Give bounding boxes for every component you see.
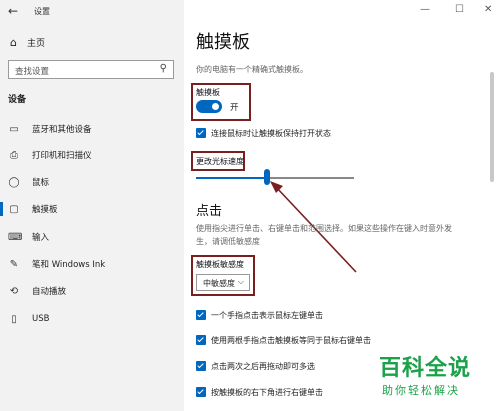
tap-checkbox-1[interactable] [196,310,206,320]
chevron-down-icon: ⌵ [237,277,244,286]
tap-checkbox-4[interactable] [196,387,206,397]
tap-checkbox-label: 点击两次之后再拖动即可多选 [211,362,315,371]
tap-checkbox-label: 一个手指点击表示鼠标左键单击 [211,311,323,320]
tap-checkbox-2[interactable] [196,335,206,345]
tap-description: 使用指尖进行单击、右键单击和范围选择。如果这些操作在键入时意外发生，请调低敏感度 [196,224,452,246]
sensitivity-select[interactable]: 中敏感度 ⌵ [196,274,250,291]
tap-checkbox-3[interactable] [196,361,206,371]
watermark-subtitle: 助你轻松解决 [382,384,460,397]
sensitivity-value: 中敏感度 [203,279,235,288]
tap-checkbox-label: 使用两根手指点击触摸板等同于鼠标右键单击 [211,336,371,345]
watermark-title: 百科全说 [379,356,472,381]
scrollbar-thumb[interactable] [490,72,494,182]
tap-checkbox-label: 按触摸板的右下角进行右键单击 [211,388,323,397]
tap-section-title: 点击 [196,204,223,219]
sensitivity-label: 触摸板敏感度 [196,260,244,269]
